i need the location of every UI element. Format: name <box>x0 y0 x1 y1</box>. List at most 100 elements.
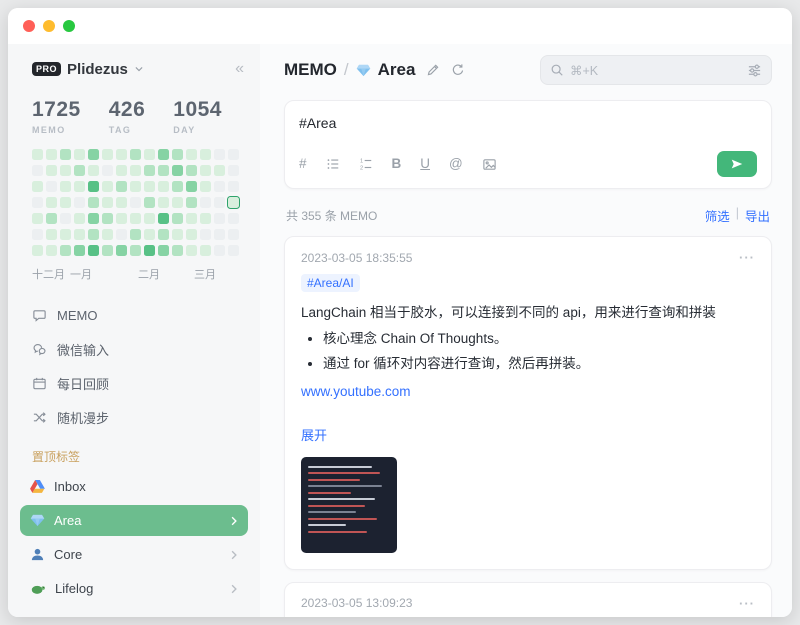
heatmap-cell[interactable] <box>130 181 141 192</box>
heatmap-cell[interactable] <box>116 165 127 176</box>
search-input[interactable]: ⌘+K <box>540 55 772 85</box>
heatmap-cell[interactable] <box>60 229 71 240</box>
chevron-right-icon[interactable] <box>228 549 240 561</box>
filter-link[interactable]: 筛选 <box>705 206 730 225</box>
image-icon[interactable] <box>482 157 497 172</box>
editor-content[interactable]: #Area <box>299 115 757 143</box>
heatmap-cell[interactable] <box>32 245 43 256</box>
export-link[interactable]: 导出 <box>745 206 770 225</box>
heatmap-cell[interactable] <box>228 149 239 160</box>
filter-sliders-icon[interactable] <box>747 63 762 78</box>
more-menu-icon[interactable]: ··· <box>739 596 755 611</box>
heatmap-cell[interactable] <box>32 213 43 224</box>
breadcrumb-current[interactable]: Area <box>378 60 416 80</box>
heatmap-cell[interactable] <box>32 197 43 208</box>
heatmap-cell[interactable] <box>102 245 113 256</box>
mention-icon[interactable]: @ <box>449 157 463 171</box>
heatmap-cell[interactable] <box>130 229 141 240</box>
heatmap-cell[interactable] <box>144 229 155 240</box>
memo-editor[interactable]: #Area # 12 B U @ <box>284 100 772 189</box>
heatmap-cell[interactable] <box>88 165 99 176</box>
heatmap-cell[interactable] <box>130 213 141 224</box>
heatmap-cell[interactable] <box>60 181 71 192</box>
heatmap-cell[interactable] <box>172 213 183 224</box>
heatmap-cell[interactable] <box>186 165 197 176</box>
heatmap-cell[interactable] <box>228 245 239 256</box>
heatmap-cell[interactable] <box>214 213 225 224</box>
heatmap-cell[interactable] <box>116 229 127 240</box>
heatmap-cell[interactable] <box>228 229 239 240</box>
app-menu-chevron-icon[interactable] <box>134 64 144 74</box>
heatmap-cell[interactable] <box>88 181 99 192</box>
heatmap-cell[interactable] <box>200 165 211 176</box>
expand-link[interactable]: 展开 <box>301 425 327 444</box>
heatmap-cell[interactable] <box>158 165 169 176</box>
code-screenshot-thumbnail[interactable] <box>301 457 397 553</box>
heatmap-cell[interactable] <box>200 149 211 160</box>
heatmap-cell[interactable] <box>158 213 169 224</box>
heatmap-cell[interactable] <box>186 245 197 256</box>
heatmap-cell[interactable] <box>46 245 57 256</box>
heatmap-cell[interactable] <box>74 213 85 224</box>
heatmap-cell[interactable] <box>60 245 71 256</box>
heatmap-cell[interactable] <box>102 229 113 240</box>
heatmap-cell[interactable] <box>200 213 211 224</box>
close-button[interactable] <box>23 20 35 32</box>
heatmap-cell[interactable] <box>46 229 57 240</box>
heatmap-cell[interactable] <box>74 149 85 160</box>
heatmap-cell[interactable] <box>228 197 239 208</box>
zoom-button[interactable] <box>63 20 75 32</box>
heatmap-cell[interactable] <box>102 197 113 208</box>
heatmap-cell[interactable] <box>130 165 141 176</box>
heatmap-cell[interactable] <box>158 181 169 192</box>
heatmap-cell[interactable] <box>102 181 113 192</box>
heatmap-cell[interactable] <box>60 197 71 208</box>
heatmap-cell[interactable] <box>130 149 141 160</box>
heatmap-cell[interactable] <box>158 149 169 160</box>
heatmap-cell[interactable] <box>214 245 225 256</box>
heatmap-cell[interactable] <box>130 245 141 256</box>
heatmap-cell[interactable] <box>186 181 197 192</box>
heatmap-cell[interactable] <box>172 245 183 256</box>
heatmap-cell[interactable] <box>186 213 197 224</box>
heatmap-cell[interactable] <box>74 245 85 256</box>
heatmap-cell[interactable] <box>32 229 43 240</box>
heatmap-cell[interactable] <box>102 149 113 160</box>
sidebar-item-daily-review[interactable]: 每日回顾 <box>32 366 244 400</box>
heatmap-cell[interactable] <box>144 213 155 224</box>
heatmap-cell[interactable] <box>228 213 239 224</box>
heatmap-cell[interactable] <box>144 245 155 256</box>
heatmap-cell[interactable] <box>172 165 183 176</box>
heatmap-cell[interactable] <box>214 197 225 208</box>
heatmap-cell[interactable] <box>172 197 183 208</box>
heatmap-cell[interactable] <box>200 245 211 256</box>
heatmap-cell[interactable] <box>46 213 57 224</box>
heatmap-cell[interactable] <box>158 197 169 208</box>
sidebar-item-inbox[interactable]: Inbox <box>20 471 248 502</box>
heatmap-cell[interactable] <box>32 181 43 192</box>
heatmap-cell[interactable] <box>144 197 155 208</box>
heatmap-cell[interactable] <box>172 149 183 160</box>
sidebar-item-core[interactable]: Core <box>20 539 248 570</box>
heatmap-cell[interactable] <box>116 197 127 208</box>
heatmap-cell[interactable] <box>228 181 239 192</box>
heatmap-cell[interactable] <box>88 149 99 160</box>
heatmap-cell[interactable] <box>102 165 113 176</box>
heatmap-cell[interactable] <box>144 181 155 192</box>
heatmap-cell[interactable] <box>74 229 85 240</box>
sidebar-item-memo[interactable]: MEMO <box>32 298 244 332</box>
sidebar-item-wechat-input[interactable]: 微信输入 <box>32 332 244 366</box>
tag-icon[interactable]: # <box>299 157 307 171</box>
heatmap-cell[interactable] <box>228 165 239 176</box>
heatmap-cell[interactable] <box>130 197 141 208</box>
heatmap-cell[interactable] <box>88 213 99 224</box>
heatmap-cell[interactable] <box>88 229 99 240</box>
bullet-list-icon[interactable] <box>326 157 340 171</box>
heatmap-cell[interactable] <box>200 197 211 208</box>
heatmap-cell[interactable] <box>186 149 197 160</box>
sidebar-item-random-walk[interactable]: 随机漫步 <box>32 400 244 434</box>
heatmap-cell[interactable] <box>46 181 57 192</box>
heatmap-cell[interactable] <box>102 213 113 224</box>
send-button[interactable] <box>717 151 757 177</box>
chevron-right-icon[interactable] <box>228 515 240 527</box>
